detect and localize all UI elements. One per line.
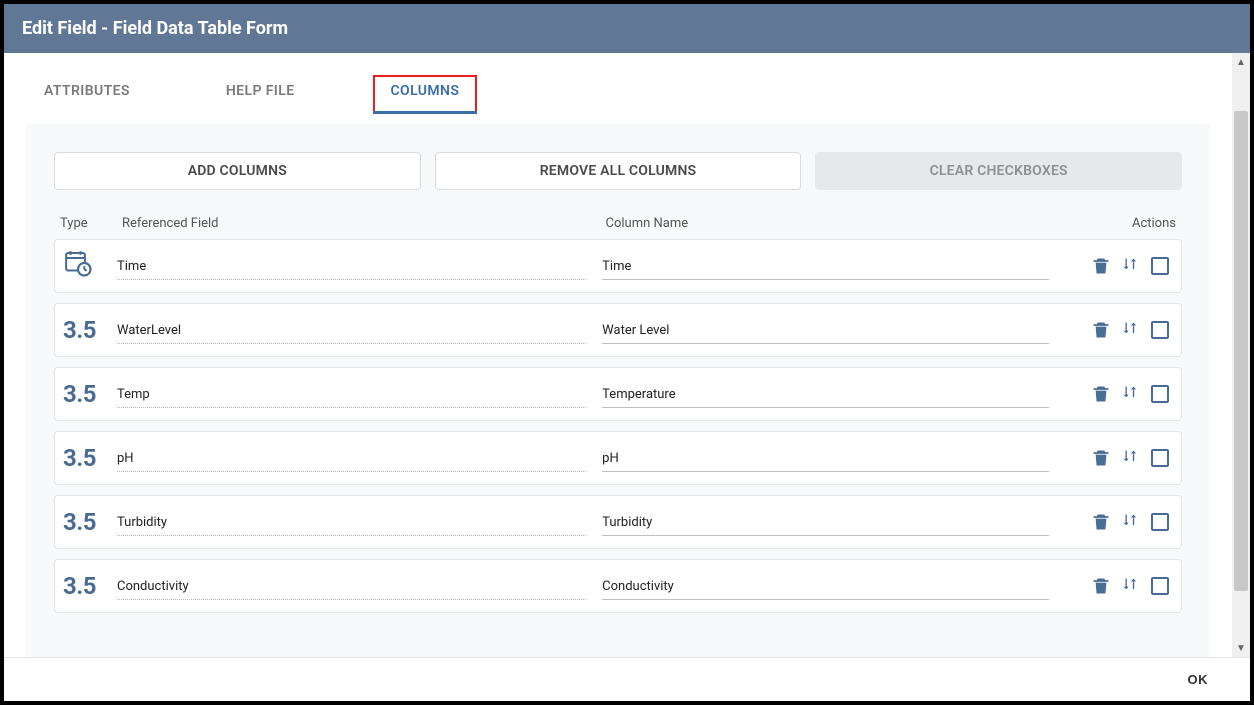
row-checkbox[interactable] — [1151, 513, 1169, 531]
clear-checkboxes-button[interactable]: CLEAR CHECKBOXES — [815, 152, 1182, 190]
table-row: 3.5 WaterLevel Water Level — [54, 303, 1182, 357]
actions-cell — [1065, 448, 1169, 468]
ok-button[interactable]: OK — [1174, 664, 1223, 695]
button-label: ADD COLUMNS — [188, 163, 287, 179]
column-name-value: Turbidity — [602, 515, 652, 530]
reorder-icon[interactable] — [1121, 384, 1141, 404]
toolbar: ADD COLUMNS REMOVE ALL COLUMNS CLEAR CHE… — [54, 152, 1182, 190]
actions-cell — [1065, 512, 1169, 532]
table-header: Type Referenced Field Column Name Action… — [54, 216, 1182, 239]
column-name-value: pH — [602, 451, 619, 466]
referenced-field-cell[interactable]: Conductivity — [117, 579, 602, 594]
column-name-cell[interactable]: Temperature — [602, 387, 1065, 402]
dialog-title-bar: Edit Field - Field Data Table Form — [4, 4, 1250, 53]
table-row: 3.5 Temp Temperature — [54, 367, 1182, 421]
column-name-cell[interactable]: Conductivity — [602, 579, 1065, 594]
number-type-badge: 3.5 — [63, 572, 96, 600]
number-type-badge: 3.5 — [63, 508, 96, 536]
number-type-badge: 3.5 — [63, 380, 96, 408]
delete-icon[interactable] — [1091, 512, 1111, 532]
dialog-title: Edit Field - Field Data Table Form — [22, 18, 288, 39]
column-name-value: Water Level — [602, 323, 669, 338]
tab-columns[interactable]: COLUMNS — [373, 75, 478, 113]
vertical-scrollbar[interactable]: ▲ ▼ — [1232, 53, 1250, 657]
dialog-window: Edit Field - Field Data Table Form ATTRI… — [4, 4, 1250, 701]
type-cell: 3.5 — [63, 316, 117, 344]
column-name-cell[interactable]: Water Level — [602, 323, 1065, 338]
header-type: Type — [60, 216, 122, 231]
column-name-cell[interactable]: pH — [602, 451, 1065, 466]
table-body: Time Time 3.5 WaterLevel Water Level 3.5 Tem… — [54, 239, 1182, 613]
number-type-badge: 3.5 — [63, 444, 96, 472]
tab-label: ATTRIBUTES — [44, 83, 130, 99]
columns-panel: ADD COLUMNS REMOVE ALL COLUMNS CLEAR CHE… — [26, 124, 1210, 657]
header-column-name: Column Name — [606, 216, 1066, 231]
dialog-footer: OK — [4, 657, 1250, 701]
type-cell — [63, 248, 117, 284]
row-checkbox[interactable] — [1151, 385, 1169, 403]
referenced-field-value: Temp — [117, 387, 150, 402]
table-row: Time Time — [54, 239, 1182, 293]
column-name-value: Time — [602, 259, 631, 274]
tab-help-file[interactable]: HELP FILE — [208, 75, 313, 113]
content-area: ATTRIBUTES HELP FILE COLUMNS ADD COLUMNS… — [4, 53, 1250, 657]
type-cell: 3.5 — [63, 380, 117, 408]
type-cell: 3.5 — [63, 572, 117, 600]
referenced-field-cell[interactable]: pH — [117, 451, 602, 466]
delete-icon[interactable] — [1091, 448, 1111, 468]
scrollbar-thumb[interactable] — [1234, 111, 1248, 591]
tab-attributes[interactable]: ATTRIBUTES — [26, 75, 148, 113]
column-name-cell[interactable]: Time — [602, 259, 1065, 274]
actions-cell — [1065, 576, 1169, 596]
delete-icon[interactable] — [1091, 384, 1111, 404]
referenced-field-value: Turbidity — [117, 515, 167, 530]
referenced-field-value: pH — [117, 451, 134, 466]
reorder-icon[interactable] — [1121, 576, 1141, 596]
remove-all-columns-button[interactable]: REMOVE ALL COLUMNS — [435, 152, 802, 190]
row-checkbox[interactable] — [1151, 257, 1169, 275]
type-cell: 3.5 — [63, 444, 117, 472]
delete-icon[interactable] — [1091, 256, 1111, 276]
column-name-cell[interactable]: Turbidity — [602, 515, 1065, 530]
actions-cell — [1065, 256, 1169, 276]
referenced-field-value: Conductivity — [117, 579, 189, 594]
reorder-icon[interactable] — [1121, 256, 1141, 276]
actions-cell — [1065, 384, 1169, 404]
datetime-icon — [63, 248, 93, 284]
table-row: 3.5 Turbidity Turbidity — [54, 495, 1182, 549]
tab-label: HELP FILE — [226, 83, 295, 99]
button-label: OK — [1188, 672, 1209, 687]
row-checkbox[interactable] — [1151, 321, 1169, 339]
delete-icon[interactable] — [1091, 320, 1111, 340]
tab-label: COLUMNS — [391, 83, 460, 99]
referenced-field-value: Time — [117, 259, 146, 274]
delete-icon[interactable] — [1091, 576, 1111, 596]
scroll-down-icon[interactable]: ▼ — [1232, 639, 1250, 657]
scroll-up-icon[interactable]: ▲ — [1232, 53, 1250, 71]
referenced-field-cell[interactable]: Turbidity — [117, 515, 602, 530]
table-row: 3.5 pH pH — [54, 431, 1182, 485]
type-cell: 3.5 — [63, 508, 117, 536]
actions-cell — [1065, 320, 1169, 340]
referenced-field-cell[interactable]: Temp — [117, 387, 602, 402]
referenced-field-cell[interactable]: WaterLevel — [117, 323, 602, 338]
tab-bar: ATTRIBUTES HELP FILE COLUMNS — [26, 53, 1210, 114]
number-type-badge: 3.5 — [63, 316, 96, 344]
row-checkbox[interactable] — [1151, 449, 1169, 467]
table-row: 3.5 Conductivity Conductivity — [54, 559, 1182, 613]
reorder-icon[interactable] — [1121, 512, 1141, 532]
reorder-icon[interactable] — [1121, 448, 1141, 468]
reorder-icon[interactable] — [1121, 320, 1141, 340]
button-label: REMOVE ALL COLUMNS — [540, 163, 697, 179]
button-label: CLEAR CHECKBOXES — [930, 163, 1068, 179]
add-columns-button[interactable]: ADD COLUMNS — [54, 152, 421, 190]
header-actions: Actions — [1066, 216, 1176, 231]
referenced-field-value: WaterLevel — [117, 323, 181, 338]
column-name-value: Conductivity — [602, 579, 674, 594]
row-checkbox[interactable] — [1151, 577, 1169, 595]
main-panel: ATTRIBUTES HELP FILE COLUMNS ADD COLUMNS… — [4, 53, 1232, 657]
header-referenced-field: Referenced Field — [122, 216, 606, 231]
column-name-value: Temperature — [602, 387, 675, 402]
referenced-field-cell[interactable]: Time — [117, 259, 602, 274]
